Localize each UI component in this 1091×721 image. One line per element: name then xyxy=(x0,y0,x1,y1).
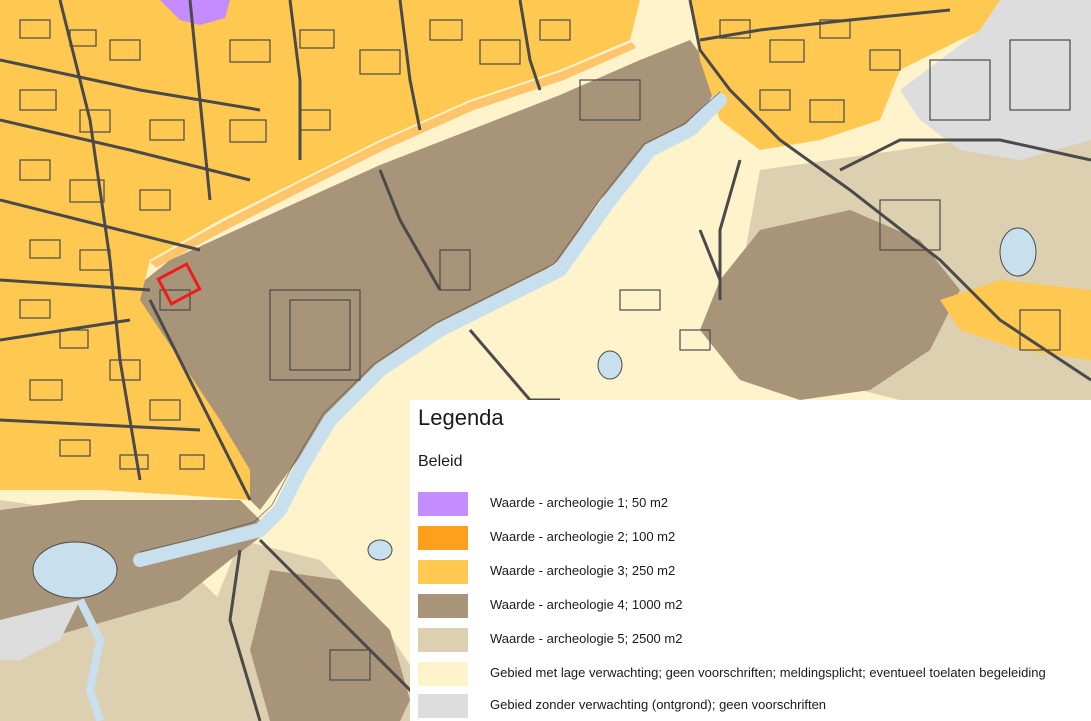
legend-label: Waarde - archeologie 3; 250 m2 xyxy=(490,563,676,578)
legend-swatch xyxy=(418,492,468,516)
legend-subtitle: Beleid xyxy=(418,453,463,470)
legend-item-low-expectation: Gebied met lage verwachting; geen voorsc… xyxy=(418,662,1091,686)
pond-east xyxy=(999,227,1037,277)
legend-swatch xyxy=(418,560,468,584)
pond-south xyxy=(367,539,393,561)
pond-center xyxy=(597,350,623,380)
legend-label: Waarde - archeologie 4; 1000 m2 xyxy=(490,597,683,612)
legend-item-archeologie-2: Waarde - archeologie 2; 100 m2 xyxy=(418,526,1091,550)
legend-item-archeologie-3: Waarde - archeologie 3; 250 m2 xyxy=(418,560,1091,584)
legend-title: Legenda xyxy=(418,405,504,430)
legend-item-archeologie-1: Waarde - archeologie 1; 50 m2 xyxy=(418,492,1091,516)
legend-swatch xyxy=(418,526,468,550)
legend-item-archeologie-5: Waarde - archeologie 5; 2500 m2 xyxy=(418,628,1091,652)
legend-item-no-expectation: Gebied zonder verwachting (ontgrond); ge… xyxy=(418,694,1091,718)
legend-item-archeologie-4: Waarde - archeologie 4; 1000 m2 xyxy=(418,594,1091,618)
legend-label: Waarde - archeologie 2; 100 m2 xyxy=(490,529,676,544)
legend-label: Waarde - archeologie 1; 50 m2 xyxy=(490,495,669,510)
legend-swatch xyxy=(418,628,468,652)
legend-panel: Legenda Beleid Waarde - archeologie 1; 5… xyxy=(410,400,1091,721)
legend-swatch xyxy=(418,662,468,686)
legend-swatch xyxy=(418,694,468,718)
pond-southwest xyxy=(32,541,118,599)
legend-label: Gebied zonder verwachting (ontgrond); ge… xyxy=(490,697,827,712)
legend-label: Waarde - archeologie 5; 2500 m2 xyxy=(490,631,683,646)
legend-label: Gebied met lage verwachting; geen voorsc… xyxy=(490,665,1046,680)
legend-swatch xyxy=(418,594,468,618)
